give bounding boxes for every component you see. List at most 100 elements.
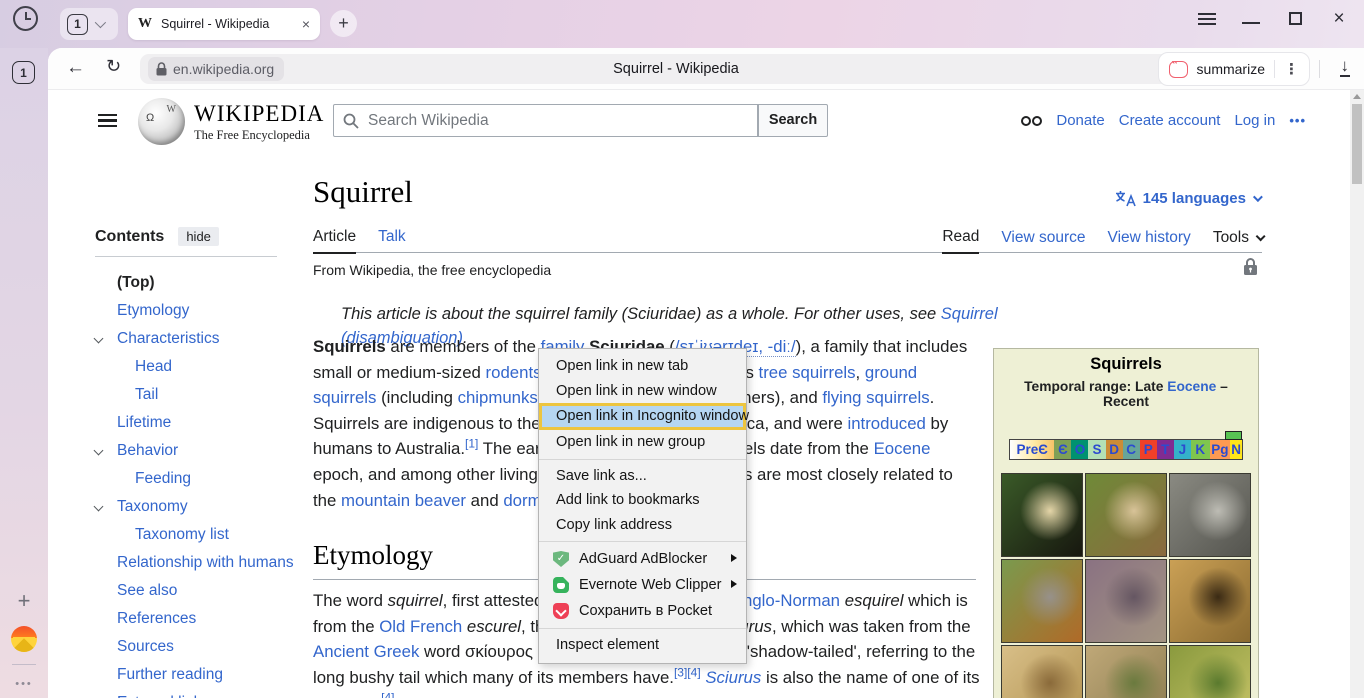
inline-link[interactable]: chipmunks xyxy=(458,388,538,407)
inline-link[interactable]: rodents xyxy=(486,363,542,382)
toc-hide-button[interactable]: hide xyxy=(178,227,219,246)
browser-menu-button[interactable] xyxy=(1198,10,1216,28)
menu-item-add-link-to-bookmarks[interactable]: Add link to bookmarks xyxy=(539,488,746,513)
sidebar-tab-counter[interactable]: 1 xyxy=(12,61,35,84)
toc-item-references[interactable]: References xyxy=(95,605,310,633)
reload-button[interactable]: ↻ xyxy=(106,56,121,77)
toc-item-head[interactable]: Head xyxy=(95,353,310,381)
view-view-history[interactable]: View history xyxy=(1108,229,1191,253)
kebab-menu-icon[interactable]: ⋮ xyxy=(1284,60,1299,78)
wiki-hamburger-menu[interactable] xyxy=(98,114,117,127)
browser-tab[interactable]: W Squirrel - Wikipedia × xyxy=(128,8,320,40)
summarize-button[interactable]: summarize ⋮ xyxy=(1158,52,1310,86)
toc-item-etymology[interactable]: Etymology xyxy=(95,297,310,325)
wiki-search-box[interactable] xyxy=(333,104,758,137)
menu-item-open-link-in-new-group[interactable]: Open link in new group xyxy=(539,430,746,455)
menu-item-open-link-in-new-window[interactable]: Open link in new window xyxy=(539,379,746,404)
toc-collapse-chevron[interactable] xyxy=(94,446,104,456)
ref-link[interactable]: [4] xyxy=(381,691,394,698)
downloads-button[interactable]: ↓ xyxy=(1340,56,1351,77)
inline-link[interactable]: introduced xyxy=(848,414,926,433)
timeline-period-N[interactable]: N xyxy=(1230,440,1242,459)
ref-link[interactable]: [1] xyxy=(465,437,478,451)
geologic-timeline[interactable]: PreЄЄOSDCPTJKPgN xyxy=(1009,439,1243,460)
scrollbar-up-arrow[interactable] xyxy=(1353,94,1361,99)
new-tab-button[interactable]: + xyxy=(330,10,357,37)
scrollbar-thumb[interactable] xyxy=(1352,104,1362,184)
menu-item-inspect-element[interactable]: Inspect element xyxy=(539,633,746,658)
header-more-icon[interactable]: ••• xyxy=(1289,113,1306,128)
black-giant-squirrel-photo[interactable] xyxy=(1001,473,1083,557)
view-tools[interactable]: Tools xyxy=(1213,229,1262,253)
toc-item-tail[interactable]: Tail xyxy=(95,381,310,409)
timeline-period-P[interactable]: P xyxy=(1140,440,1157,459)
eocene-link[interactable]: Eocene xyxy=(1167,379,1216,394)
timeline-period-Є[interactable]: Є xyxy=(1054,440,1071,459)
menu-item-open-link-in-new-tab[interactable]: Open link in new tab xyxy=(539,354,746,379)
timeline-period-PreЄ[interactable]: PreЄ xyxy=(1010,440,1054,459)
toc-item-sources[interactable]: Sources xyxy=(95,633,310,661)
toc-item-top[interactable]: (Top) xyxy=(95,269,310,297)
menu-item-copy-link-address[interactable]: Copy link address xyxy=(539,513,746,538)
header-link-donate[interactable]: Donate xyxy=(1056,112,1104,129)
toc-item-further-reading[interactable]: Further reading xyxy=(95,661,310,689)
toc-item-relationship-with-humans[interactable]: Relationship with humans xyxy=(95,549,310,577)
toc-item-external-links[interactable]: External links xyxy=(95,689,310,698)
timeline-period-T[interactable]: T xyxy=(1157,440,1174,459)
inline-link[interactable]: Sciurus xyxy=(705,668,761,687)
menu-item-сохранить-в-pocket[interactable]: Сохранить в Pocket xyxy=(539,598,746,624)
timeline-period-C[interactable]: C xyxy=(1123,440,1140,459)
inline-link[interactable]: tree squirrels xyxy=(759,363,856,382)
menu-item-open-link-in-incognito-window[interactable]: Open link in Incognito window xyxy=(539,403,746,430)
timeline-period-S[interactable]: S xyxy=(1088,440,1105,459)
toc-item-taxonomy-list[interactable]: Taxonomy list xyxy=(95,521,310,549)
toc-collapse-chevron[interactable] xyxy=(94,334,104,344)
toc-item-see-also[interactable]: See also xyxy=(95,577,310,605)
header-link-create-account[interactable]: Create account xyxy=(1119,112,1221,129)
tab-talk[interactable]: Talk xyxy=(378,228,406,254)
inline-link[interactable]: mountain beaver xyxy=(341,491,466,510)
timeline-period-O[interactable]: O xyxy=(1071,440,1088,459)
toc-item-feeding[interactable]: Feeding xyxy=(95,465,310,493)
languages-button[interactable]: 145 languages xyxy=(1115,190,1260,207)
inline-link[interactable]: Old French xyxy=(379,617,462,636)
back-button[interactable]: ← xyxy=(66,57,85,79)
toc-collapse-chevron[interactable] xyxy=(94,502,104,512)
gray-squirrel-photo[interactable] xyxy=(1169,473,1251,557)
prairie-dogs-grass-photo[interactable] xyxy=(1169,645,1251,698)
inline-link[interactable]: Eocene xyxy=(874,439,931,458)
page-scrollbar[interactable] xyxy=(1350,90,1364,698)
timeline-period-D[interactable]: D xyxy=(1106,440,1123,459)
toc-item-behavior[interactable]: Behavior xyxy=(95,437,310,465)
omnibox[interactable]: en.wikipedia.org Squirrel - Wikipedia xyxy=(140,54,1212,84)
history-clock-icon[interactable] xyxy=(13,6,38,31)
timeline-period-K[interactable]: K xyxy=(1191,440,1210,459)
minimize-button[interactable] xyxy=(1242,10,1260,28)
toc-item-lifetime[interactable]: Lifetime xyxy=(95,409,310,437)
rail-more-button[interactable]: ••• xyxy=(0,678,48,690)
yandex-mail-icon[interactable] xyxy=(11,626,37,652)
view-view-source[interactable]: View source xyxy=(1001,229,1085,253)
menu-item-evernote-web-clipper[interactable]: Evernote Web Clipper xyxy=(539,572,746,598)
chipmunk-photo[interactable] xyxy=(1085,473,1167,557)
menu-item-adguard-adblocker[interactable]: ✓AdGuard AdBlocker xyxy=(539,546,746,572)
golden-ground-squirrel-photo[interactable] xyxy=(1169,559,1251,643)
infinity-icon[interactable] xyxy=(1021,116,1042,126)
maximize-button[interactable] xyxy=(1286,10,1304,28)
wikipedia-logo[interactable]: WIKIPEDIA The Free Encyclopedia xyxy=(138,98,324,145)
menu-item-save-link-as[interactable]: Save link as... xyxy=(539,464,746,489)
prairie-dog-pair-photo[interactable] xyxy=(1085,645,1167,698)
header-link-log-in[interactable]: Log in xyxy=(1234,112,1275,129)
fox-squirrel-photo[interactable] xyxy=(1001,559,1083,643)
toc-item-characteristics[interactable]: Characteristics xyxy=(95,325,310,353)
toc-item-taxonomy[interactable]: Taxonomy xyxy=(95,493,310,521)
close-window-button[interactable]: × xyxy=(1330,10,1348,28)
ground-squirrel-rocks-photo[interactable] xyxy=(1085,559,1167,643)
tab-close-icon[interactable]: × xyxy=(302,16,310,32)
inline-link[interactable]: flying squirrels xyxy=(822,388,929,407)
view-read[interactable]: Read xyxy=(942,228,979,254)
search-input[interactable] xyxy=(368,112,757,130)
tab-article[interactable]: Article xyxy=(313,228,356,254)
timeline-period-Pg[interactable]: Pg xyxy=(1210,440,1230,459)
inline-link[interactable]: Ancient Greek xyxy=(313,642,419,661)
